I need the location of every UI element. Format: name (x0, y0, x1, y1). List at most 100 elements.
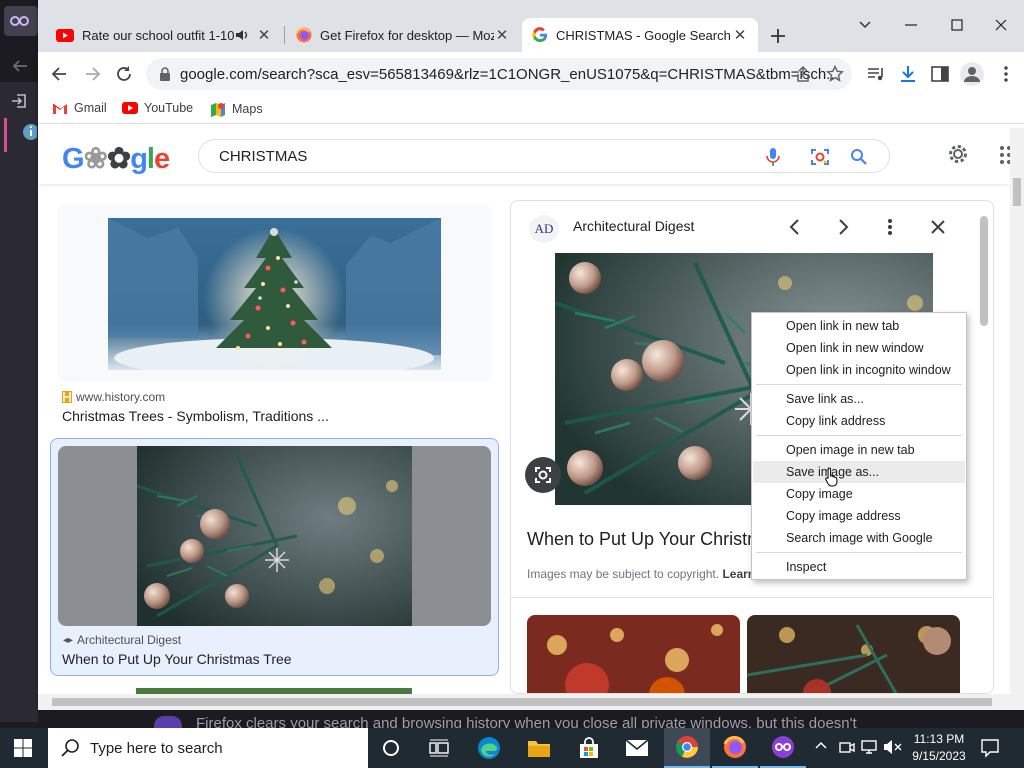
close-tab-icon[interactable]: ✕ (256, 26, 272, 44)
taskbar-search-box[interactable]: Type here to search (48, 728, 368, 768)
side-panel-icon[interactable] (930, 64, 950, 84)
image-result-architectural-digest[interactable]: ◂▸ Architectural Digest When to Put Up Y… (50, 438, 499, 676)
menu-save-image-as[interactable]: Save image as... (753, 461, 965, 483)
related-image-2[interactable] (747, 615, 960, 693)
store-bag-icon (580, 737, 598, 758)
start-button[interactable] (0, 728, 46, 768)
firefox-icon (723, 736, 746, 758)
search-icon[interactable] (850, 148, 868, 166)
network-icon[interactable] (860, 738, 880, 756)
show-hidden-icons-chevron[interactable] (814, 740, 828, 750)
task-view-button[interactable] (416, 728, 462, 768)
download-icon[interactable] (898, 64, 918, 84)
result-source[interactable]: ◂▸ Architectural Digest (63, 633, 181, 647)
menu-search-image-google[interactable]: Search image with Google (753, 527, 965, 549)
firefox-private-tab[interactable] (4, 6, 38, 36)
preview-source[interactable]: Architectural Digest (573, 218, 694, 234)
result-title[interactable]: When to Put Up Your Christmas Tree (62, 651, 292, 667)
menu-save-link-as[interactable]: Save link as... (753, 388, 965, 410)
menu-open-link-new-tab[interactable]: Open link in new tab (753, 315, 965, 337)
menu-open-image-new-tab[interactable]: Open image in new tab (753, 439, 965, 461)
lens-camera-icon[interactable] (810, 147, 830, 167)
microphone-icon[interactable] (765, 147, 781, 167)
sign-in-icon[interactable] (10, 92, 28, 110)
tab-youtube[interactable]: Rate our school outfit 1-10 l ✕ (46, 18, 282, 52)
more-options-icon[interactable] (885, 218, 895, 236)
volume-muted-icon[interactable] (882, 738, 904, 756)
lock-icon[interactable] (158, 66, 172, 82)
bookmark-maps[interactable]: Maps (210, 101, 263, 117)
image-result-history[interactable] (58, 204, 492, 382)
next-image-button[interactable] (835, 218, 851, 236)
page-scrollbar[interactable] (1010, 128, 1024, 694)
store-app[interactable] (566, 728, 612, 768)
speaker-icon[interactable] (234, 28, 250, 42)
google-doodle-logo[interactable]: G❀✿gle (62, 141, 170, 176)
tab-google-search[interactable]: CHRISTMAS - Google Search ✕ (522, 18, 758, 52)
menu-copy-link-address[interactable]: Copy link address (753, 410, 965, 432)
info-icon[interactable] (4, 118, 37, 152)
tab-search-button[interactable] (842, 8, 888, 42)
bookmark-gmail[interactable]: Gmail (52, 101, 107, 115)
previous-image-button[interactable] (787, 218, 803, 236)
lens-search-button[interactable] (525, 457, 561, 493)
search-box[interactable]: CHRISTMAS (198, 139, 890, 173)
profile-avatar[interactable] (960, 62, 984, 86)
menu-copy-image[interactable]: Copy image (753, 483, 965, 505)
bookmark-label: YouTube (144, 101, 194, 115)
maximize-button[interactable] (934, 8, 980, 42)
mail-app[interactable] (614, 728, 660, 768)
panel-scrollbar-thumb[interactable] (980, 216, 988, 326)
menu-copy-image-address[interactable]: Copy image address (753, 505, 965, 527)
firefox-app[interactable] (712, 728, 758, 768)
firefox-back-icon[interactable] (10, 58, 30, 74)
page-scrollbar-thumb[interactable] (1013, 178, 1021, 206)
related-image-1[interactable] (527, 615, 740, 693)
taskbar-search-placeholder: Type here to search (90, 739, 223, 757)
tab-firefox-download[interactable]: Get Firefox for desktop — Mozil ✕ (286, 18, 520, 52)
google-header: G❀✿gle CHRISTMAS (38, 128, 1011, 184)
bookmark-label: Gmail (74, 101, 107, 115)
menu-open-link-new-window[interactable]: Open link in new window (753, 337, 965, 359)
christmas-tree-snow-image[interactable] (108, 218, 441, 370)
cortana-button[interactable] (368, 728, 414, 768)
meet-now-icon[interactable] (838, 738, 856, 756)
close-tab-icon[interactable]: ✕ (732, 26, 748, 44)
edge-icon (478, 737, 500, 759)
close-preview-icon[interactable] (929, 218, 947, 236)
chrome-app[interactable] (664, 728, 710, 768)
reload-button[interactable] (114, 64, 134, 84)
menu-inspect[interactable]: Inspect (753, 556, 965, 578)
firefox-sidebar (0, 82, 38, 722)
christmas-ornaments-image[interactable] (137, 446, 412, 626)
chrome-icon (676, 736, 698, 758)
back-button[interactable] (50, 64, 70, 84)
notifications-icon[interactable] (980, 738, 1000, 758)
horizontal-scrollbar[interactable] (38, 694, 1024, 710)
share-icon[interactable] (794, 65, 812, 83)
result-source[interactable]: www.history.com (62, 390, 165, 404)
bookmark-star-icon[interactable] (826, 65, 844, 83)
bookmark-youtube[interactable]: YouTube (122, 101, 193, 115)
edge-app[interactable] (466, 728, 512, 768)
result-title[interactable]: Christmas Trees - Symbolism, Traditions … (62, 408, 329, 424)
forward-button[interactable] (82, 64, 102, 84)
address-bar[interactable]: google.com/search?sca_esv=565813469&rlz=… (146, 58, 852, 90)
new-tab-button[interactable] (768, 26, 788, 46)
panel-scrollbar[interactable] (979, 206, 989, 690)
file-explorer-app[interactable] (516, 728, 562, 768)
media-control-icon[interactable] (866, 64, 886, 84)
firefox-private-app[interactable] (760, 728, 806, 768)
folder-icon (528, 741, 550, 757)
horizontal-scrollbar-thumb[interactable] (52, 698, 992, 706)
menu-open-link-incognito[interactable]: Open link in incognito window (753, 359, 965, 381)
settings-gear-icon[interactable] (946, 142, 970, 166)
chrome-menu-icon[interactable] (996, 64, 1016, 84)
system-clock[interactable]: 11:13 PM 9/15/2023 (908, 731, 970, 765)
close-window-button[interactable] (978, 8, 1024, 42)
google-icon (532, 27, 547, 43)
minimize-button[interactable] (888, 8, 934, 42)
close-tab-icon[interactable]: ✕ (494, 26, 510, 44)
tab-title: CHRISTMAS - Google Search (556, 27, 731, 43)
divider (511, 597, 993, 598)
